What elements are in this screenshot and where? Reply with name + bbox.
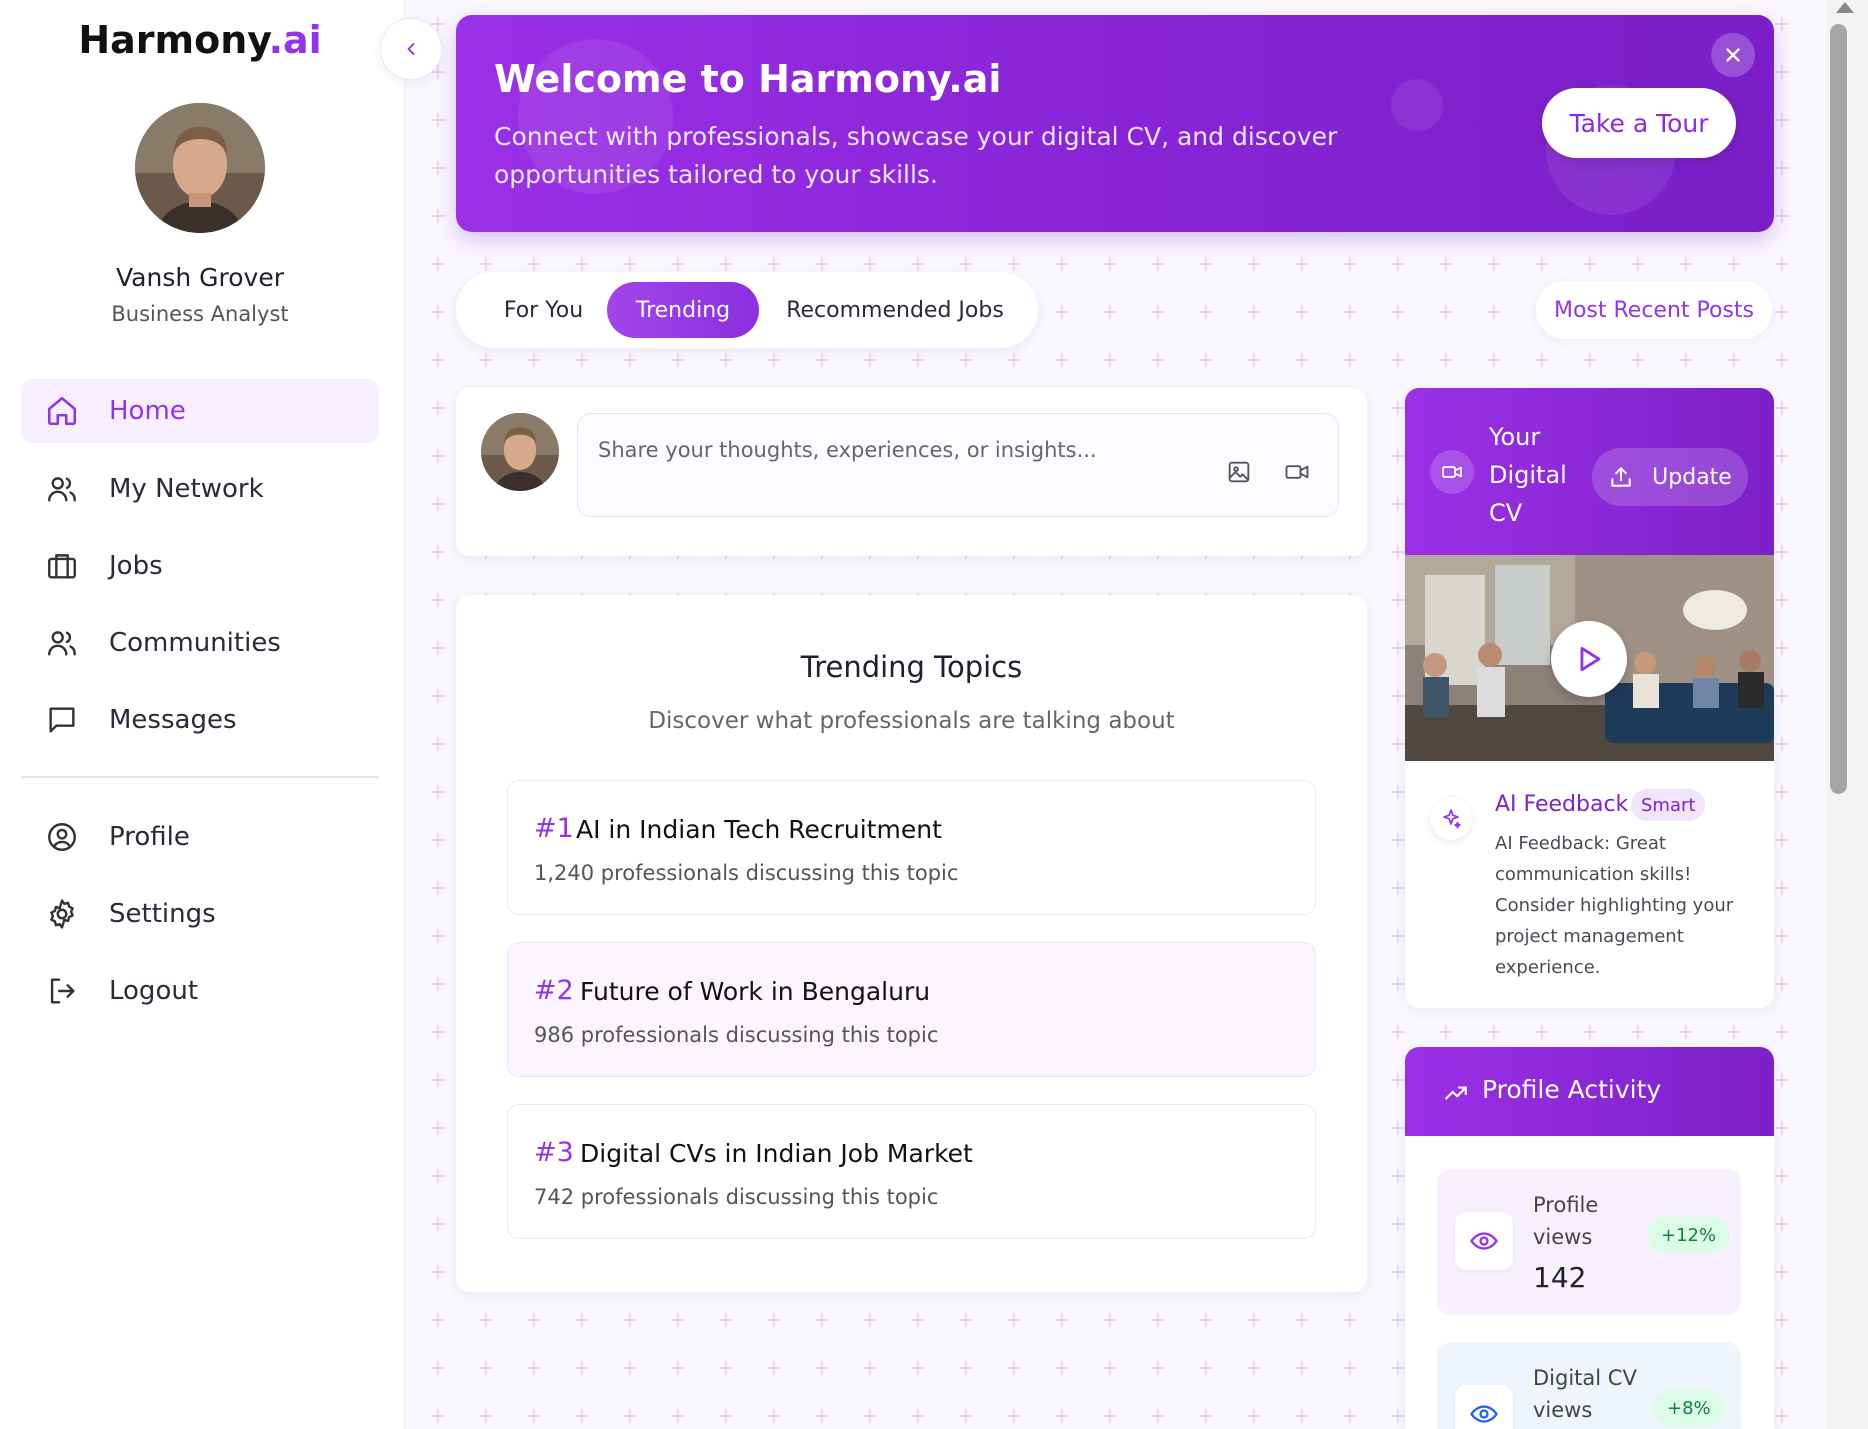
user-name: Vansh Grover [116,263,284,292]
banner-title: Welcome to Harmony.ai [494,57,1002,101]
chevron-left-icon [401,39,421,59]
topic-count: 986 professionals discussing this topic [534,1023,939,1047]
sidebar-item-label: Home [109,396,186,426]
close-banner-button[interactable] [1711,33,1755,77]
banner-text: Connect with professionals, showcase you… [494,122,1338,189]
sidebar-item-label: Jobs [109,551,163,581]
welcome-banner: Welcome to Harmony.ai Connect with profe… [456,15,1774,232]
eye-icon [1455,1385,1513,1429]
sidebar-item-home[interactable]: Home [21,379,379,443]
topic-rank: #3 [534,1137,574,1168]
sparkle-icon [1430,798,1472,840]
feed-tabs: For You Trending Recommended Jobs [456,272,1038,348]
stat-change-badge: +12% [1647,1217,1731,1253]
digital-cv-title: Your Digital CV [1489,423,1567,527]
stat-digital-cv-views: Digital CV views +8% [1437,1342,1741,1429]
stat-change-badge: +8% [1653,1390,1725,1426]
eye-icon [1455,1212,1513,1270]
sidebar-item-messages[interactable]: Messages [21,688,379,752]
trending-topic-3[interactable]: #3 Digital CVs in Indian Job Market 742 … [507,1104,1316,1239]
scroll-up-arrow[interactable] [1836,2,1854,13]
trending-up-icon [1443,1080,1469,1106]
update-label: Update [1652,464,1732,490]
profile-activity-header: Profile Activity [1405,1047,1774,1136]
post-composer: Share your thoughts, experiences, or ins… [456,388,1367,556]
smart-badge: Smart [1631,789,1706,821]
stat-label: Profile views [1533,1193,1599,1249]
page-scrollbar[interactable] [1826,0,1868,1429]
sidebar-item-settings[interactable]: Settings [21,882,379,946]
digital-cv-card: Your Digital CV Update AI Feedback Smart… [1405,388,1774,1008]
topic-rank: #1 [534,813,574,844]
topic-count: 1,240 professionals discussing this topi… [534,861,959,885]
sidebar-divider [21,776,379,778]
sidebar-item-label: Communities [109,628,281,658]
post-input[interactable]: Share your thoughts, experiences, or ins… [577,413,1339,517]
tab-for-you[interactable]: For You [481,282,606,338]
topic-name: Future of Work in Bengaluru [580,977,931,1006]
user-circle-icon [45,820,79,854]
trending-topics-card: Trending Topics Discover what profession… [456,595,1367,1292]
users-icon [45,472,79,506]
tab-trending[interactable]: Trending [607,282,759,338]
app-logo[interactable]: Harmony.ai [0,18,400,62]
profile-activity-card: Profile Activity Profile views 142 +12% … [1405,1047,1774,1429]
user-avatar[interactable] [135,103,265,233]
page-gutter [1802,0,1826,1429]
ai-feedback-title: AI Feedback [1495,792,1629,817]
sidebar-item-profile[interactable]: Profile [21,805,379,869]
sidebar-item-label: Profile [109,822,190,852]
profile-activity-title: Profile Activity [1482,1075,1662,1104]
collapse-sidebar-button[interactable] [380,18,442,80]
ai-feedback-text: AI Feedback: Great communication skills!… [1495,833,1734,978]
close-icon [1722,44,1744,66]
sidebar-item-my-network[interactable]: My Network [21,457,379,521]
topic-count: 742 professionals discussing this topic [534,1185,939,1209]
sidebar-item-jobs[interactable]: Jobs [21,534,379,598]
sidebar-item-logout[interactable]: Logout [21,959,379,1023]
video-upload-icon[interactable] [1283,458,1311,486]
stat-profile-views: Profile views 142 +12% [1437,1169,1741,1315]
stat-label: Digital CV views [1533,1366,1637,1422]
user-role: Business Analyst [111,302,289,326]
sidebar-item-communities[interactable]: Communities [21,611,379,675]
trending-subtitle: Discover what professionals are talking … [648,708,1175,734]
trending-topic-2[interactable]: #2 Future of Work in Bengaluru 986 profe… [507,942,1316,1077]
video-icon [1430,450,1474,494]
upload-icon [1608,464,1634,490]
message-icon [45,703,79,737]
topic-rank: #2 [534,975,574,1006]
sidebar-item-label: Settings [109,899,216,929]
tab-recommended-jobs[interactable]: Recommended Jobs [772,282,1018,338]
logout-icon [45,974,79,1008]
briefcase-icon [45,549,79,583]
sidebar-item-label: Logout [109,976,199,1006]
play-video-button[interactable] [1551,621,1627,697]
topic-name: AI in Indian Tech Recruitment [576,815,942,844]
trending-title: Trending Topics [800,650,1023,684]
home-icon [45,394,79,428]
topic-name: Digital CVs in Indian Job Market [580,1139,973,1168]
most-recent-posts-button[interactable]: Most Recent Posts [1536,281,1772,339]
sidebar-item-label: Messages [109,705,237,735]
gear-icon [45,897,79,931]
cv-video-thumbnail[interactable] [1405,555,1774,761]
scrollbar-thumb[interactable] [1830,24,1847,794]
stat-value: 142 [1533,1261,1587,1294]
take-tour-button[interactable]: Take a Tour [1542,88,1736,158]
update-cv-button[interactable]: Update [1592,448,1748,506]
users-icon [45,626,79,660]
post-input-placeholder: Share your thoughts, experiences, or ins… [598,438,1097,462]
composer-avatar [481,413,559,491]
play-icon [1572,642,1606,676]
trending-topic-1[interactable]: #1 AI in Indian Tech Recruitment 1,240 p… [507,780,1316,915]
sidebar-item-label: My Network [109,474,264,504]
sidebar: Harmony.ai Vansh Grover Business Analyst… [0,0,405,1429]
digital-cv-header: Your Digital CV Update [1405,388,1774,555]
image-upload-icon[interactable] [1225,458,1253,486]
